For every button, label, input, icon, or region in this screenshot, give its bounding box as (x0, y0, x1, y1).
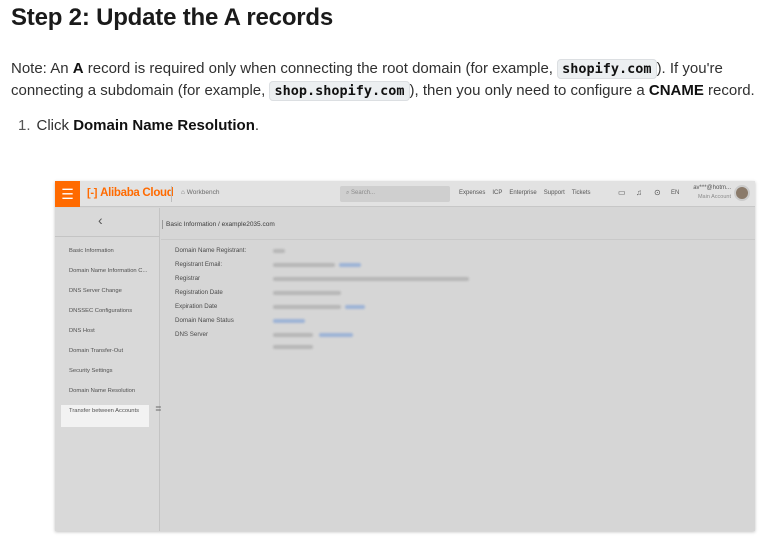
nav-tickets[interactable]: Tickets (572, 190, 591, 196)
console-sidebar: ‹ Basic Information Domain Name Informat… (55, 208, 162, 531)
page-title: Step 2: Update the A records (11, 4, 334, 31)
sidebar-item-security-settings[interactable]: Security Settings (69, 368, 113, 374)
console-topbar: ☰ [-] Alibaba Cloud ⌂ Workbench ⌕ Search.… (55, 181, 755, 207)
field-registrar: Registrar (175, 275, 201, 282)
sidebar-item-dnssec[interactable]: DNSSEC Configurations (69, 308, 132, 314)
sidebar-item-transfer-between-accounts[interactable]: Transfer between Accounts (69, 408, 139, 414)
sidebar-item-domain-transfer-out[interactable]: Domain Transfer-Out (69, 348, 123, 354)
drag-handle-icon[interactable]: ≣ (155, 404, 162, 413)
sidebar-item-dns-server-change[interactable]: DNS Server Change (69, 288, 122, 294)
alibaba-logo-icon: [-] (87, 187, 98, 199)
sidebar-item-domain-name-resolution[interactable]: Domain Name Resolution (69, 388, 135, 394)
nav-icp[interactable]: ICP (492, 190, 502, 196)
avatar[interactable] (734, 185, 750, 201)
breadcrumb: Basic Information / example2035.com (162, 220, 275, 229)
field-registration-date: Registration Date (175, 289, 223, 296)
field-expiration-date: Expiration Date (175, 303, 218, 310)
sidebar-item-basic-information[interactable]: Basic Information (69, 248, 114, 254)
menu-icon[interactable]: ☰ (55, 181, 80, 207)
top-nav: Expenses ICP Enterprise Support Tickets (459, 190, 598, 196)
nav-support[interactable]: Support (544, 190, 565, 196)
code-root-domain: shopify.com (557, 59, 657, 79)
help-icon[interactable]: ⊙ (654, 188, 661, 197)
console-screenshot: ☰ [-] Alibaba Cloud ⌂ Workbench ⌕ Search.… (55, 181, 755, 531)
workbench-link[interactable]: ⌂ Workbench (181, 189, 220, 196)
sidebar-item-dns-host[interactable]: DNS Host (69, 328, 95, 334)
field-registrant: Domain Name Registrant: (175, 247, 247, 254)
code-subdomain: shop.shopify.com (269, 81, 410, 101)
language-switch[interactable]: EN (671, 190, 679, 196)
brand-logo: [-] Alibaba Cloud (87, 187, 174, 199)
nav-expenses[interactable]: Expenses (459, 190, 485, 196)
account-menu[interactable]: av***@hotm... Main Account (687, 184, 731, 202)
sidebar-item-domain-name-information[interactable]: Domain Name Information C... (69, 268, 147, 274)
note-paragraph: Note: An A record is required only when … (11, 59, 755, 101)
step-1: 1. Click Domain Name Resolution. (18, 117, 260, 134)
nav-enterprise[interactable]: Enterprise (509, 190, 536, 196)
search-input[interactable]: ⌕ Search... (340, 186, 450, 202)
field-registrant-email: Registrant Email: (175, 261, 223, 268)
bell-icon[interactable]: ♫ (636, 188, 642, 197)
message-icon[interactable]: ▭ (618, 188, 626, 197)
back-chevron-icon[interactable]: ‹ (98, 212, 103, 228)
field-dns-server: DNS Server (175, 331, 209, 338)
field-domain-name-status: Domain Name Status (175, 317, 234, 324)
